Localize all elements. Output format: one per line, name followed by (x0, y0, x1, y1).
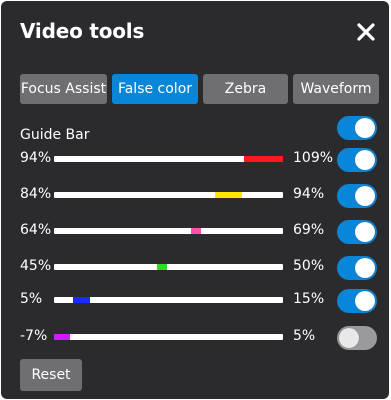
range-color-segment[interactable] (215, 192, 242, 198)
toggle-knob (355, 258, 375, 278)
range-high-value: 69% (293, 222, 325, 238)
range-high-value: 109% (293, 150, 334, 166)
false-color-range-row: 84% 94% (1, 182, 389, 210)
range-high-value: 5% (293, 328, 316, 344)
range-high-value: 15% (293, 291, 325, 307)
range-low-value: 45% (20, 258, 52, 274)
video-tools-panel: Video tools Focus Assist False color Zeb… (1, 1, 389, 399)
toggle-knob (355, 222, 375, 242)
range-track[interactable] (54, 334, 283, 340)
range-track[interactable] (54, 228, 283, 234)
close-icon[interactable] (355, 21, 377, 43)
range-toggle[interactable] (337, 256, 377, 280)
range-color-segment[interactable] (157, 264, 167, 270)
range-color-segment[interactable] (191, 228, 201, 234)
tab-waveform[interactable]: Waveform (293, 74, 379, 104)
false-color-range-row: 94% 109% (1, 146, 389, 174)
false-color-range-row: 45% 50% (1, 254, 389, 282)
false-color-range-row: 5% 15% (1, 287, 389, 315)
tab-focus-assist[interactable]: Focus Assist (20, 74, 107, 104)
range-low-value: 5% (20, 291, 43, 307)
toggle-knob (355, 291, 375, 311)
range-toggle[interactable] (337, 184, 377, 208)
toggle-knob (339, 328, 359, 348)
toggle-knob (355, 150, 375, 170)
range-toggle[interactable] (337, 220, 377, 244)
guide-bar-toggle[interactable] (337, 116, 377, 140)
reset-button[interactable]: Reset (20, 359, 82, 391)
range-track[interactable] (54, 192, 283, 198)
range-toggle[interactable] (337, 148, 377, 172)
range-high-value: 50% (293, 258, 325, 274)
range-low-value: 64% (20, 222, 52, 238)
range-toggle[interactable] (337, 289, 377, 313)
range-color-segment[interactable] (244, 156, 283, 162)
range-low-value: -7% (20, 328, 48, 344)
toggle-knob (355, 118, 375, 138)
tab-zebra[interactable]: Zebra (203, 74, 288, 104)
panel-title: Video tools (20, 19, 145, 43)
toggle-knob (355, 186, 375, 206)
range-color-segment[interactable] (54, 334, 70, 340)
guide-bar-label: Guide Bar (20, 127, 90, 143)
range-color-segment[interactable] (73, 297, 90, 303)
range-low-value: 94% (20, 150, 52, 166)
range-toggle[interactable] (337, 326, 377, 350)
range-track[interactable] (54, 264, 283, 270)
range-track[interactable] (54, 297, 283, 303)
range-low-value: 84% (20, 186, 52, 202)
false-color-range-row: -7% 5% (1, 324, 389, 352)
range-track[interactable] (54, 156, 283, 162)
false-color-range-row: 64% 69% (1, 218, 389, 246)
range-high-value: 94% (293, 186, 325, 202)
tab-false-color[interactable]: False color (112, 74, 198, 104)
